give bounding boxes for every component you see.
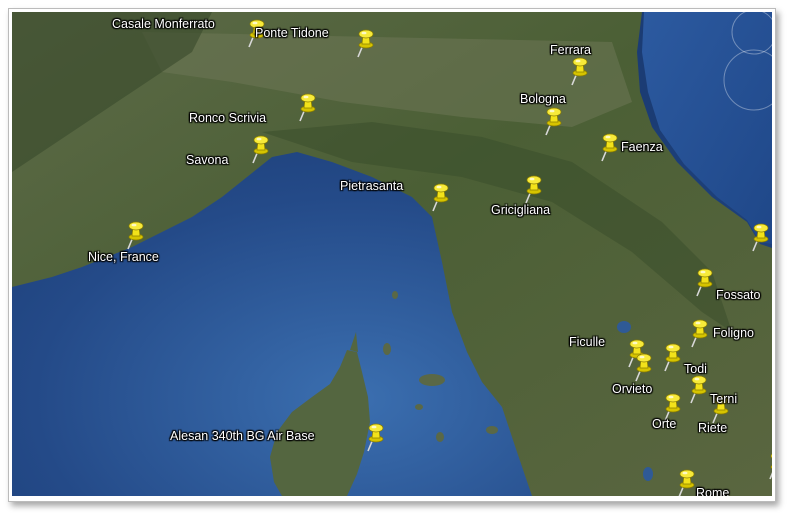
label-savona: Savona — [186, 153, 229, 167]
gorgona-island — [392, 291, 398, 299]
label-bologna: Bologna — [520, 92, 566, 106]
label-ponte-tidone: Ponte Tidone — [255, 26, 329, 40]
label-faenza: Faenza — [621, 140, 663, 154]
pushpin-icon[interactable] — [565, 56, 591, 86]
pushpin-icon[interactable] — [519, 174, 545, 204]
pushpin-icon[interactable] — [539, 106, 565, 136]
elba-island — [419, 374, 445, 386]
pushpin-icon[interactable] — [121, 220, 147, 250]
lake-trasimeno — [617, 321, 631, 333]
giglio-island — [486, 426, 498, 434]
label-casale-monferrato: Casale Monferrato — [112, 17, 215, 31]
pushpin-icon[interactable] — [672, 468, 698, 496]
label-terni: Terni — [710, 392, 738, 406]
pushpin-icon[interactable] — [426, 182, 452, 212]
montecristo-island — [436, 432, 444, 442]
label-ferrara: Ferrara — [550, 43, 591, 57]
capraia-island — [383, 343, 391, 355]
label-riete: Riete — [698, 421, 728, 435]
pushpin-icon[interactable] — [685, 318, 711, 348]
label-alesan-air-base: Alesan 340th BG Air Base — [170, 429, 315, 443]
pushpin-icon[interactable] — [293, 92, 319, 122]
lake-bolsena — [643, 467, 653, 481]
pushpin-icon[interactable] — [246, 134, 272, 164]
pushpin-icon[interactable] — [629, 352, 655, 382]
label-nice-france: Nice, France — [88, 250, 159, 264]
label-foligno: Foligno — [713, 326, 754, 340]
satellite-map[interactable]: Casale Monferrato Ponte Tidone Ferrara B… — [12, 12, 772, 496]
pushpin-icon[interactable] — [351, 28, 377, 58]
pushpin-icon[interactable] — [658, 342, 684, 372]
label-fossato: Fossato — [716, 288, 761, 302]
label-ficulle: Ficulle — [569, 335, 606, 349]
label-gricigliana: Gricigliana — [491, 203, 551, 217]
label-orvieto: Orvieto — [612, 382, 653, 396]
pushpin-icon[interactable] — [763, 450, 772, 480]
label-ronco-scrivia: Ronco Scrivia — [189, 111, 267, 125]
label-rome: Rome — [696, 486, 730, 496]
pushpin-icon[interactable] — [361, 422, 387, 452]
pianosa-island — [415, 404, 423, 410]
pushpin-icon[interactable] — [595, 132, 621, 162]
label-orte: Orte — [652, 417, 677, 431]
pushpin-icon[interactable] — [746, 222, 772, 252]
pushpin-icon[interactable] — [690, 267, 716, 297]
label-pietrasanta: Pietrasanta — [340, 179, 404, 193]
